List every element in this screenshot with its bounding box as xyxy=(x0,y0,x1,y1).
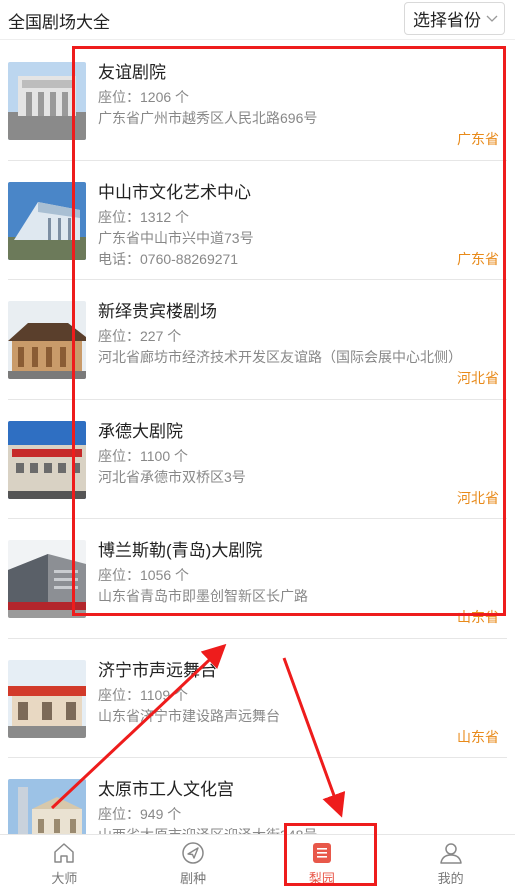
theater-name: 新绎贵宾楼剧场 xyxy=(98,302,217,321)
bottom-tab-bar: 大师 剧种 梨园 我的 xyxy=(0,834,515,890)
theater-thumbnail xyxy=(8,420,86,499)
theater-list: 友谊剧院 座位：1206 个 广东省广州市越秀区人民北路696号 广东省 中山市… xyxy=(0,41,515,878)
tab-label: 我的 xyxy=(437,871,464,886)
theater-name: 太原市工人文化宫 xyxy=(98,780,234,799)
tab-genres[interactable]: 剧种 xyxy=(129,835,258,890)
theater-thumbnail xyxy=(8,659,86,738)
list-item[interactable]: 承德大剧院 座位：1100 个 河北省承德市双桥区3号 河北省 xyxy=(8,400,507,519)
tab-label: 剧种 xyxy=(180,871,207,886)
theater-name: 济宁市声远舞台 xyxy=(98,660,217,680)
theater-seats: 座位：1056 个 xyxy=(98,567,190,583)
theater-phone: 电话：0760-88269271 xyxy=(98,250,239,267)
tab-label: 梨园 xyxy=(308,871,335,886)
theater-address: 广东省中山市兴中道73号 xyxy=(98,229,254,246)
theater-address: 河北省承德市双桥区3号 xyxy=(98,468,246,485)
theater-seats: 座位：1109 个 xyxy=(98,686,188,703)
list-item[interactable]: 新绎贵宾楼剧场 座位：227 个 河北省廊坊市经济技术开发区友谊路（国际会展中心… xyxy=(8,280,507,400)
theater-province: 广东省 xyxy=(457,250,499,267)
theater-thumbnail xyxy=(8,62,86,140)
tab-masters[interactable]: 大师 xyxy=(0,835,129,890)
list-item[interactable]: 济宁市声远舞台 座位：1109 个 山东省济宁市建设路声远舞台 山东省 xyxy=(8,639,507,758)
theater-province: 山东省 xyxy=(457,609,499,625)
theater-province: 广东省 xyxy=(457,131,499,147)
theater-thumbnail xyxy=(8,181,86,260)
province-select[interactable]: 选择省份 xyxy=(404,2,505,35)
home-icon xyxy=(54,843,75,863)
list-item[interactable]: 友谊剧院 座位：1206 个 广东省广州市越秀区人民北路696号 广东省 xyxy=(8,41,507,161)
theater-seats: 座位：949 个 xyxy=(98,806,182,822)
theater-address: 广东省广州市越秀区人民北路696号 xyxy=(98,110,318,126)
theater-thumbnail xyxy=(8,540,86,618)
list-icon xyxy=(312,843,331,863)
theater-seats: 座位：1100 个 xyxy=(98,447,188,464)
theater-seats: 座位：1206 个 xyxy=(98,89,190,105)
theater-name: 博兰斯勒(青岛)大剧院 xyxy=(98,541,263,560)
theater-province: 河北省 xyxy=(457,489,499,506)
chevron-down-icon xyxy=(486,15,498,22)
theater-name: 中山市文化艺术中心 xyxy=(98,182,251,202)
theater-seats: 座位：1312 个 xyxy=(98,208,190,225)
list-item[interactable]: 博兰斯勒(青岛)大剧院 座位：1056 个 山东省青岛市即墨创智新区长广路 山东… xyxy=(8,519,507,639)
tab-mine[interactable]: 我的 xyxy=(386,835,515,890)
compass-icon xyxy=(182,842,204,864)
list-item[interactable]: 中山市文化艺术中心 座位：1312 个 广东省中山市兴中道73号 电话：0760… xyxy=(8,161,507,280)
theater-address: 河北省廊坊市经济技术开发区友谊路（国际会展中心北侧） xyxy=(98,349,462,365)
theater-province: 河北省 xyxy=(457,370,499,386)
theater-address: 山东省青岛市即墨创智新区长广路 xyxy=(98,588,308,604)
theater-thumbnail xyxy=(8,301,86,379)
page-title: 全国剧场大全 xyxy=(8,13,110,32)
tab-liyuan[interactable]: 梨园 xyxy=(258,835,387,890)
theater-name: 承德大剧院 xyxy=(98,421,183,441)
tab-label: 大师 xyxy=(51,871,78,886)
theater-name: 友谊剧院 xyxy=(98,63,166,82)
app-header: 全国剧场大全 选择省份 xyxy=(0,0,515,40)
person-icon xyxy=(439,843,462,864)
theater-address: 山东省济宁市建设路声远舞台 xyxy=(98,707,280,724)
theater-province: 山东省 xyxy=(457,728,499,745)
theater-seats: 座位：227 个 xyxy=(98,328,182,344)
province-select-label: 选择省份 xyxy=(413,11,481,30)
